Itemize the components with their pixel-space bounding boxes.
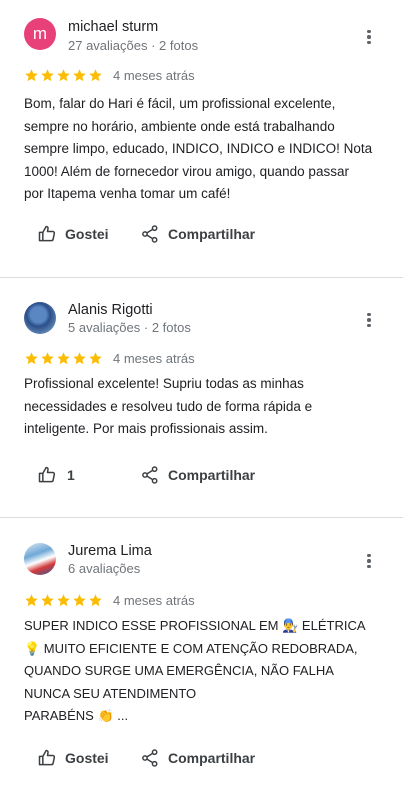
avatar[interactable]: m — [24, 18, 56, 50]
review-card: Jurema Lima 6 avaliações 4 meses atrás S… — [0, 518, 403, 798]
review-card: m michael sturm 27 avaliações · 2 fotos … — [0, 0, 403, 278]
thumb-up-icon — [38, 225, 56, 242]
share-button[interactable]: Compartilhar — [140, 748, 255, 768]
review-text: SUPER INDICO ESSE PROFISSIONAL EM 👨‍🔧 EL… — [24, 618, 366, 723]
star-rating — [24, 351, 103, 366]
star-icon — [41, 69, 54, 82]
star-icon — [25, 352, 38, 365]
star-icon — [41, 594, 54, 607]
like-label: Gostei — [65, 750, 109, 766]
share-button[interactable]: Compartilhar — [140, 224, 255, 244]
review-date: 4 meses atrás — [113, 593, 195, 608]
star-icon — [25, 69, 38, 82]
share-button[interactable]: Compartilhar — [140, 465, 255, 485]
more-options-icon[interactable] — [361, 310, 377, 330]
like-count: 1 — [67, 467, 75, 483]
review-text: Profissional excelente! Supriu todas as … — [24, 376, 313, 436]
star-icon — [89, 352, 102, 365]
share-label: Compartilhar — [168, 226, 256, 242]
reviewer-meta: 5 avaliações · 2 fotos — [68, 320, 191, 335]
star-rating — [24, 68, 103, 83]
rating-row: 4 meses atrás — [24, 593, 195, 608]
reviewer-meta: 27 avaliações · 2 fotos — [68, 38, 199, 53]
avatar[interactable] — [24, 543, 56, 575]
like-label: Gostei — [65, 226, 109, 242]
star-icon — [73, 594, 86, 607]
star-icon — [57, 594, 70, 607]
star-icon — [73, 352, 86, 365]
like-button[interactable]: Gostei — [37, 748, 109, 768]
star-icon — [57, 352, 70, 365]
star-icon — [89, 69, 102, 82]
reviewer-meta: 6 avaliações — [68, 561, 141, 576]
star-icon — [57, 69, 70, 82]
more-options-icon[interactable] — [361, 27, 377, 47]
star-icon — [73, 69, 86, 82]
avatar-letter: m — [32, 24, 48, 43]
star-rating — [24, 593, 103, 608]
thumb-up-icon — [38, 749, 56, 766]
share-icon — [142, 749, 158, 767]
share-icon — [142, 466, 158, 484]
more-options-icon[interactable] — [361, 551, 377, 571]
review-date: 4 meses atrás — [113, 68, 195, 83]
star-icon — [89, 594, 102, 607]
star-icon — [41, 352, 54, 365]
rating-row: 4 meses atrás — [24, 351, 195, 366]
review-card: Alanis Rigotti 5 avaliações · 2 fotos 4 … — [0, 278, 403, 518]
like-button[interactable]: Gostei — [37, 224, 109, 244]
review-date: 4 meses atrás — [113, 351, 195, 366]
like-button[interactable]: 1 — [37, 465, 75, 485]
share-label: Compartilhar — [168, 467, 256, 483]
thumb-up-icon — [38, 466, 56, 483]
reviewer-name[interactable]: Alanis Rigotti — [68, 302, 153, 318]
reviewer-name[interactable]: Jurema Lima — [68, 543, 152, 559]
rating-row: 4 meses atrás — [24, 68, 195, 83]
reviewer-name[interactable]: michael sturm — [68, 19, 158, 35]
share-label: Compartilhar — [168, 750, 256, 766]
share-icon — [142, 225, 158, 243]
review-text: Bom, falar do Hari é fácil, um profissio… — [24, 96, 373, 201]
avatar[interactable] — [24, 302, 56, 334]
star-icon — [25, 594, 38, 607]
